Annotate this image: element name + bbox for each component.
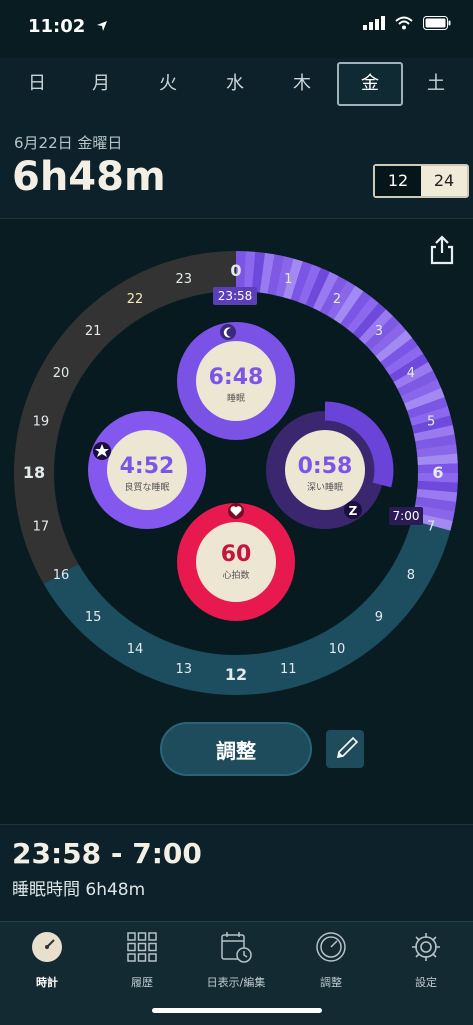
date-header: 6月22日 金曜日 6h48m 12 24: [0, 114, 473, 219]
hour-label: 8: [407, 568, 415, 583]
hour-label: 22: [127, 292, 144, 307]
grid-icon: [127, 932, 157, 962]
tab-day-view-label: 日表示/編集: [206, 976, 266, 989]
hour-label: 6: [432, 463, 443, 482]
status-bar: 11:02: [0, 0, 473, 58]
home-indicator: [152, 1008, 322, 1013]
tab-history-label: 履歴: [131, 976, 153, 989]
status-time: 11:02: [28, 16, 108, 37]
day-tab-wed[interactable]: 水: [204, 64, 266, 104]
hour-label: 19: [33, 415, 50, 430]
hour-label: 0: [230, 261, 241, 280]
metric-heart-rate[interactable]: 60 心拍数: [177, 503, 295, 621]
tab-history[interactable]: 履歴: [102, 930, 182, 990]
tab-clock[interactable]: 時計: [7, 930, 87, 990]
sleep-duration: 6h48m: [12, 154, 166, 200]
format-12-button[interactable]: 12: [375, 166, 421, 196]
day-tab-mon[interactable]: 月: [70, 64, 132, 104]
clock-tab-icon: [32, 932, 62, 962]
hour-label: 4: [407, 366, 415, 381]
sleep-clock: 0 1234567891011121314151617181920212223 2…: [14, 251, 458, 695]
hour-label: 15: [85, 610, 102, 625]
day-tab-tue[interactable]: 火: [137, 64, 199, 104]
adjust-button[interactable]: 調整: [160, 722, 312, 776]
metric-deep-sleep-label: 深い睡眠: [307, 481, 343, 493]
hour-label: 21: [85, 324, 102, 339]
hour-label: 7: [427, 519, 435, 534]
edit-button[interactable]: [326, 730, 364, 768]
metric-sleep-value: 6:48: [209, 365, 264, 390]
hour-label: 5: [427, 415, 435, 430]
tab-settings[interactable]: 設定: [386, 930, 466, 990]
hour-label: 12: [225, 665, 247, 684]
hour-label: 11: [280, 662, 297, 677]
metric-deep-sleep[interactable]: 0:58 深い睡眠 Z: [266, 401, 394, 529]
date-label: 6月22日 金曜日: [14, 134, 123, 152]
pencil-icon: [336, 736, 359, 759]
day-tab-sat[interactable]: 土: [405, 64, 467, 104]
metric-good-sleep[interactable]: 4:52 良質な睡眠: [88, 411, 206, 529]
metric-sleep[interactable]: 6:48 睡眠: [177, 322, 295, 440]
hour-label: 20: [53, 366, 70, 381]
hour-label: 14: [127, 642, 144, 657]
day-tab-fri[interactable]: 金: [337, 62, 403, 106]
tab-settings-label: 設定: [415, 976, 437, 989]
format-24-button[interactable]: 24: [421, 166, 467, 196]
status-icons: [363, 16, 451, 30]
hour-label: 1: [284, 272, 292, 287]
sleep-range: 23:58 - 7:00: [12, 837, 202, 870]
metric-sleep-label: 睡眠: [227, 392, 245, 404]
wifi-icon: [395, 16, 413, 30]
gauge-icon: [316, 932, 346, 962]
z-sleep-icon: Z: [349, 504, 358, 518]
metric-good-sleep-label: 良質な睡眠: [124, 481, 169, 493]
hour-label: 17: [33, 519, 50, 534]
hour-label: 18: [23, 463, 45, 482]
metric-good-sleep-value: 4:52: [120, 454, 175, 479]
tab-adjust-label: 調整: [320, 976, 342, 989]
weekday-selector: 日 月 火 水 木 金 土: [0, 58, 473, 115]
battery-icon: [423, 16, 451, 30]
metric-deep-sleep-value: 0:58: [298, 454, 353, 479]
day-tab-thu[interactable]: 木: [271, 64, 333, 104]
metric-heart-rate-value: 60: [221, 542, 252, 567]
hour-label: 2: [333, 292, 341, 307]
hour-label: 10: [329, 642, 346, 657]
sleep-summary: 23:58 - 7:00 睡眠時間 6h48m: [0, 824, 473, 922]
day-tab-sun[interactable]: 日: [6, 64, 68, 104]
status-time-text: 11:02: [28, 16, 86, 37]
hour-label: 3: [375, 324, 383, 339]
hour-label: 23: [175, 272, 192, 287]
clock-format-toggle: 12 24: [373, 164, 469, 198]
tab-clock-label: 時計: [36, 976, 58, 989]
calendar-clock-icon: [221, 932, 252, 963]
signal-icon: [363, 16, 385, 30]
sleep-end-tag[interactable]: 7:00: [389, 507, 423, 525]
hour-label: 9: [375, 610, 383, 625]
tab-adjust[interactable]: 調整: [291, 930, 371, 990]
hour-label: 13: [175, 662, 192, 677]
location-arrow-icon: [96, 21, 107, 31]
sleep-end-text: 7:00: [393, 509, 420, 523]
tab-day-view[interactable]: 日表示/編集: [196, 930, 276, 990]
hour-label: 16: [53, 568, 70, 583]
sleep-time-text: 睡眠時間 6h48m: [12, 880, 146, 900]
gear-icon: [412, 933, 440, 961]
metric-heart-rate-label: 心拍数: [222, 569, 249, 581]
sleep-start-tag[interactable]: 23:58: [213, 287, 257, 305]
sleep-start-text: 23:58: [218, 289, 253, 303]
